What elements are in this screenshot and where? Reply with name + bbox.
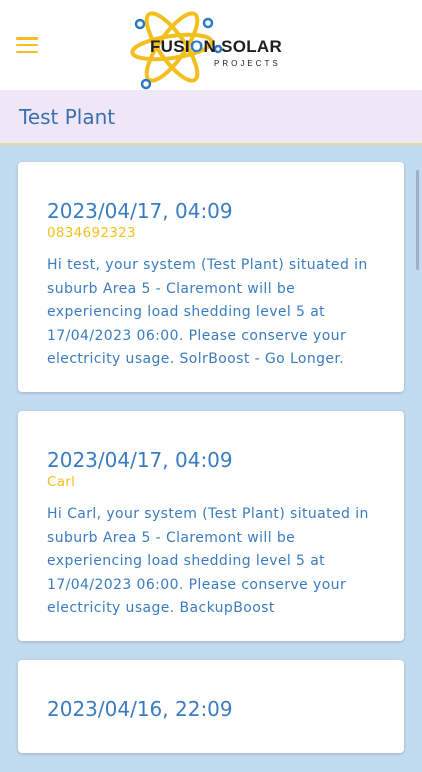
fusion-solar-logo: FUSION SOLAR PROJECTS — [130, 4, 300, 90]
logo-title: FUSION SOLAR — [150, 37, 283, 56]
top-app-bar: FUSION SOLAR PROJECTS — [0, 0, 422, 90]
scrollbar[interactable] — [416, 170, 419, 270]
notification-list: 2023/04/17, 04:09 0834692323 Hi test, yo… — [18, 162, 404, 772]
notification-card[interactable]: 2023/04/17, 04:09 Carl Hi Carl, your sys… — [18, 410, 404, 641]
notification-message: Hi Carl, your system (Test Plant) situat… — [47, 505, 369, 617]
page-title-bar: Test Plant — [0, 90, 422, 145]
logo-subtitle: PROJECTS — [214, 59, 281, 68]
notification-timestamp: 2023/04/16, 22:09 — [47, 696, 233, 721]
notification-card[interactable]: 2023/04/16, 22:09 — [18, 659, 404, 753]
page-title: Test Plant — [19, 105, 116, 129]
notification-recipient: Carl — [47, 473, 76, 490]
notification-timestamp: 2023/04/17, 04:09 — [47, 199, 233, 223]
notification-recipient: 0834692323 — [47, 225, 136, 241]
notification-card[interactable]: 2023/04/17, 04:09 0834692323 Hi test, yo… — [18, 162, 404, 392]
notification-timestamp: 2023/04/17, 04:09 — [47, 447, 233, 472]
notification-message: Hi test, your system (Test Plant) situat… — [47, 257, 368, 368]
hamburger-menu-icon[interactable] — [16, 37, 38, 53]
